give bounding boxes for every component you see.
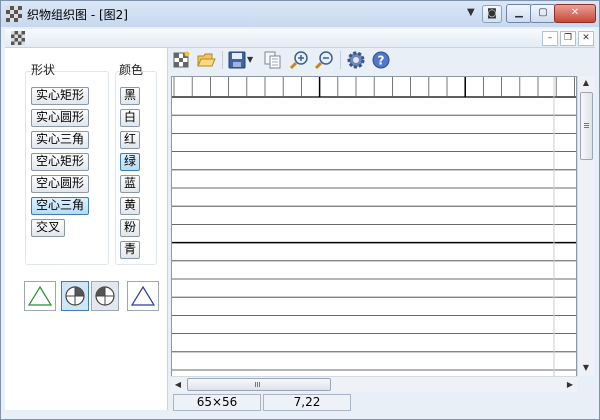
chevron-down-icon[interactable]: ▼	[467, 7, 475, 18]
scroll-up-arrow-icon[interactable]: ▲	[578, 76, 594, 90]
shape-button-cross[interactable]: 交叉	[31, 219, 66, 237]
shape-button-hollow-circle[interactable]: 空心圆形	[31, 175, 90, 193]
color-button-green[interactable]: 绿	[120, 153, 140, 171]
copy-icon[interactable]	[263, 50, 283, 70]
triangle-outline-icon[interactable]	[127, 281, 159, 311]
mdi-child-bar: – ❐ ✕	[5, 29, 595, 48]
child-close-button[interactable]: ✕	[578, 31, 594, 46]
color-group-label: 颜色	[119, 63, 144, 77]
maximize-button[interactable]: ▢	[530, 4, 556, 23]
scroll-right-arrow-icon[interactable]: ▶	[563, 377, 577, 392]
horizontal-scroll-thumb[interactable]	[187, 378, 331, 391]
status-cursor-position: 7,22	[263, 394, 351, 411]
toolbar-separator	[222, 51, 223, 69]
color-button-blue[interactable]: 蓝	[120, 175, 140, 193]
tool-panel: 形状 颜色 实心矩形 实心圆形 实心三角 空心矩形 空心圆形 空心三角 交叉 黑…	[5, 48, 168, 410]
shape-button-hollow-triangle[interactable]: 空心三角	[31, 197, 90, 215]
open-folder-icon[interactable]	[196, 50, 216, 70]
vertical-scrollbar[interactable]: ▲ ▼	[577, 76, 594, 376]
circle-quadrant-icon[interactable]	[91, 281, 119, 311]
shape-button-solid-rect[interactable]: 实心矩形	[31, 87, 90, 105]
vertical-scroll-thumb[interactable]	[580, 92, 593, 160]
zoom-in-icon[interactable]	[289, 50, 309, 70]
new-pattern-icon[interactable]	[171, 50, 191, 70]
document-icon	[11, 31, 25, 45]
camera-icon[interactable]: ◙	[482, 5, 502, 23]
zoom-out-icon[interactable]	[314, 50, 334, 70]
status-grid-size: 65×56	[173, 394, 261, 411]
app-window: 织物组织图 - [图2] ▼ ◙ ▁ ▢ ✕ – ❐ ✕ 形状 颜色 实心矩形 …	[0, 0, 600, 420]
child-minimize-button[interactable]: –	[542, 31, 558, 46]
save-dropdown-icon[interactable]: ▼	[247, 50, 259, 70]
color-button-red[interactable]: 红	[120, 131, 140, 149]
triangle-outline-icon[interactable]	[24, 281, 56, 311]
color-button-cyan[interactable]: 青	[120, 241, 140, 259]
weave-grid[interactable]	[172, 77, 576, 377]
close-button[interactable]: ✕	[554, 4, 596, 23]
color-button-pink[interactable]: 粉	[120, 219, 140, 237]
shape-button-solid-triangle[interactable]: 实心三角	[31, 131, 90, 149]
help-icon[interactable]: ?	[371, 50, 391, 70]
color-button-yellow[interactable]: 黄	[120, 197, 140, 215]
status-bar: 65×56 7,22	[171, 393, 595, 411]
toolbar-separator	[340, 51, 341, 69]
window-title: 织物组织图 - [图2]	[27, 8, 128, 22]
shape-group-label: 形状	[31, 63, 56, 77]
minimize-button[interactable]: ▁	[506, 4, 532, 23]
shape-button-solid-circle[interactable]: 实心圆形	[31, 109, 90, 127]
scroll-left-arrow-icon[interactable]: ◀	[171, 377, 185, 392]
scroll-down-arrow-icon[interactable]: ▼	[578, 361, 594, 375]
child-restore-button[interactable]: ❐	[560, 31, 576, 46]
circle-quadrant-icon[interactable]	[61, 281, 89, 311]
svg-text:?: ?	[378, 54, 385, 68]
settings-gear-icon[interactable]	[346, 50, 366, 70]
color-button-black[interactable]: 黑	[120, 87, 140, 105]
title-bar[interactable]: 织物组织图 - [图2] ▼ ◙ ▁ ▢ ✕	[1, 1, 599, 27]
color-button-white[interactable]: 白	[120, 109, 140, 127]
app-icon	[6, 6, 22, 22]
horizontal-scrollbar[interactable]: ◀ ▶	[171, 376, 577, 392]
weave-grid-canvas[interactable]	[171, 76, 577, 378]
save-icon[interactable]	[227, 50, 247, 70]
shape-button-hollow-rect[interactable]: 空心矩形	[31, 153, 90, 171]
